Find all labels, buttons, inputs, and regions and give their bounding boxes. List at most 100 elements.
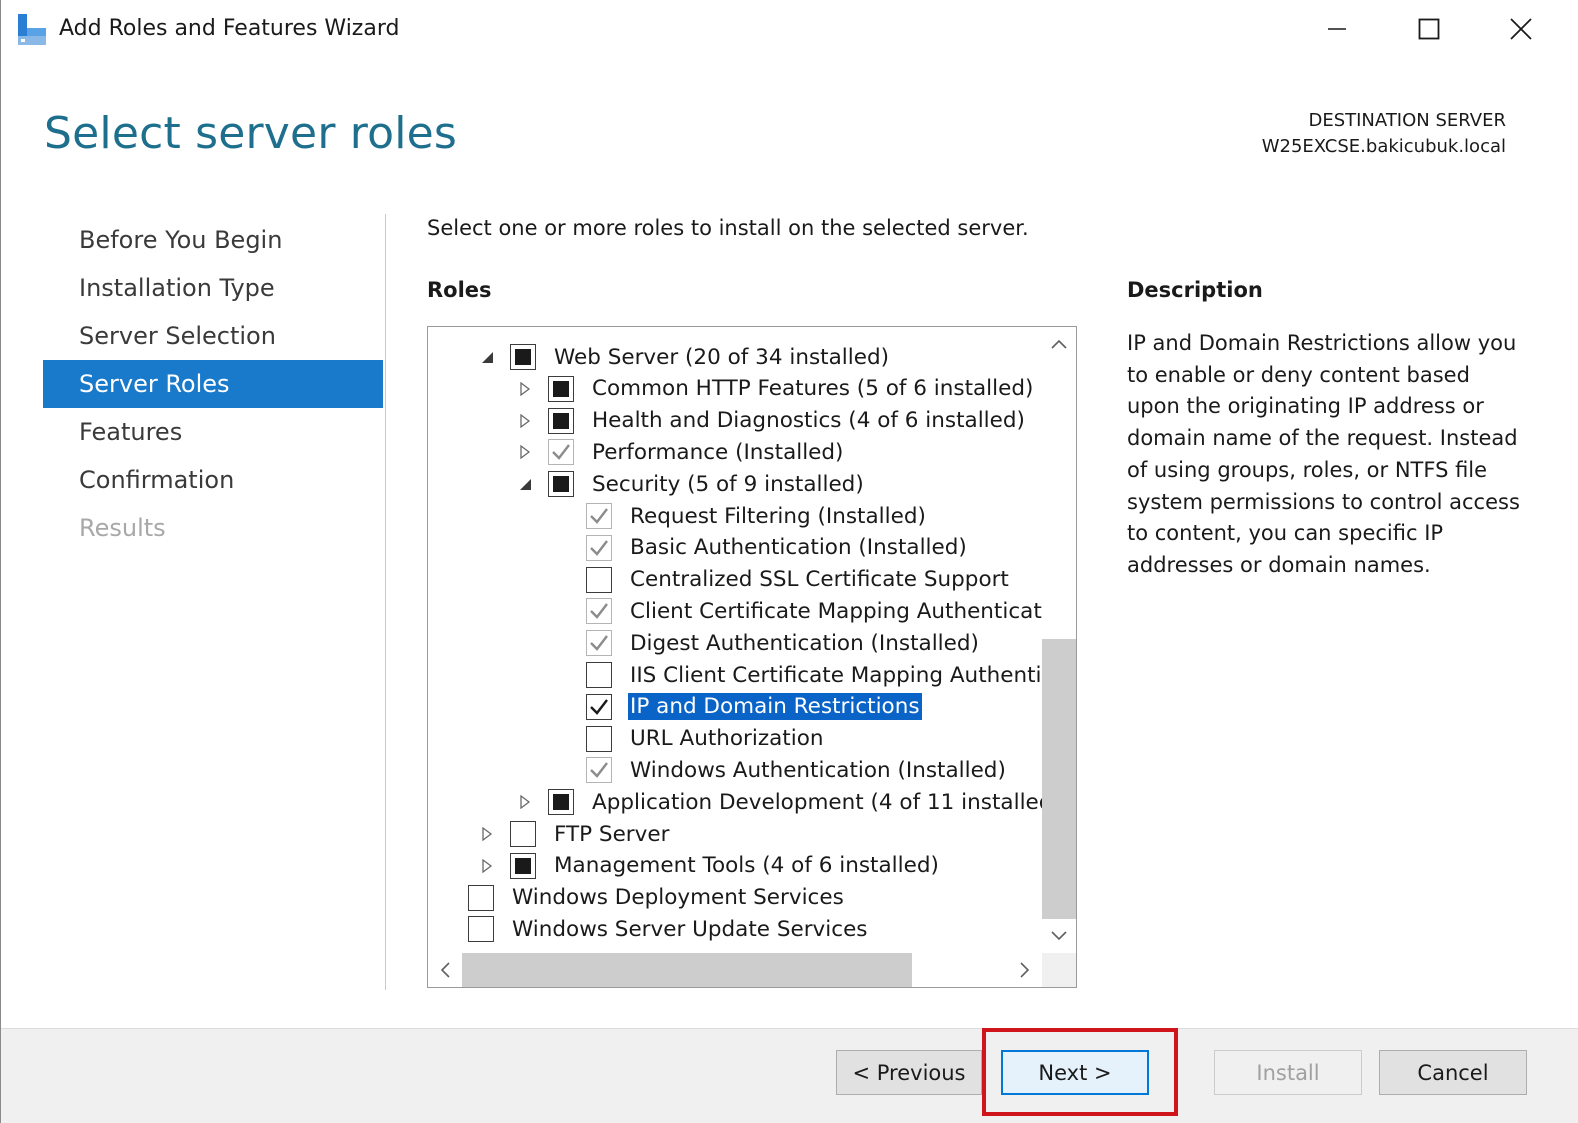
checkbox-unchecked[interactable] [586, 725, 612, 752]
tree-row[interactable]: URL Authorization [552, 723, 826, 755]
tree-row[interactable]: Management Tools (4 of 6 installed) [476, 850, 941, 882]
tree-row-label: Windows Deployment Services [512, 885, 844, 911]
horizontal-scrollbar[interactable] [428, 953, 1042, 987]
checkbox-installed[interactable] [586, 598, 612, 625]
maximize-button[interactable] [1383, 0, 1475, 58]
next-button-highlight [982, 1028, 1178, 1116]
roles-tree-viewport: Web Server (20 of 34 installed) Common HT… [428, 327, 1042, 953]
tree-collapsed-icon[interactable] [514, 378, 536, 400]
nav-item-before-you-begin[interactable]: Before You Begin [43, 216, 383, 264]
tree-row[interactable]: Windows Deployment Services [468, 882, 846, 914]
nav-divider [385, 214, 386, 990]
tree-row[interactable]: Digest Authentication (Installed) [552, 627, 981, 659]
tree-row[interactable]: Basic Authentication (Installed) [552, 532, 969, 564]
checkbox-installed[interactable] [586, 630, 612, 657]
page-title: Select server roles [44, 108, 458, 159]
checkbox-unchecked[interactable] [468, 916, 494, 943]
checkbox-checked[interactable] [586, 693, 612, 720]
tree-row[interactable]: IP and Domain Restrictions [552, 691, 922, 723]
tree-row-label: Application Development (4 of 11 install… [592, 789, 1042, 815]
vertical-scroll-thumb[interactable] [1042, 639, 1076, 919]
checkbox-unchecked[interactable] [510, 821, 536, 847]
minimize-icon [1328, 28, 1346, 30]
tree-row-label: Digest Authentication (Installed) [630, 630, 979, 656]
checkbox-partial[interactable] [548, 789, 574, 816]
tree-row[interactable]: Web Server (20 of 34 installed) [476, 341, 891, 373]
nav-item-results: Results [79, 514, 166, 542]
tree-collapsed-icon[interactable] [514, 410, 536, 432]
description-text: IP and Domain Restrictions allow you to … [1127, 331, 1520, 577]
instruction-text: Select one or more roles to install on t… [427, 216, 1029, 240]
nav-item-server-selection[interactable]: Server Selection [43, 312, 383, 360]
tree-row[interactable]: IIS Client Certificate Mapping Authentic… [552, 659, 1042, 691]
tree-row-label: IP and Domain Restrictions [628, 693, 922, 721]
install-button: Install [1214, 1050, 1362, 1095]
checkbox-partial[interactable] [510, 852, 536, 879]
nav-item-server-roles[interactable]: Server Roles [43, 360, 383, 408]
tree-collapsed-icon[interactable] [476, 855, 498, 877]
tree-collapsed-icon[interactable] [514, 791, 536, 813]
tree-row-label: Management Tools (4 of 6 installed) [554, 853, 939, 879]
scroll-up-button[interactable] [1042, 327, 1076, 361]
chevron-left-icon [440, 962, 450, 978]
minimize-button[interactable] [1291, 0, 1383, 58]
cancel-button[interactable]: Cancel [1379, 1050, 1527, 1095]
wizard-nav: Before You Begin Installation Type Serve… [43, 216, 383, 552]
checkbox-partial[interactable] [510, 344, 536, 370]
title-bar: Add Roles and Features Wizard [1, 0, 1578, 58]
tree-row[interactable]: Windows Authentication (Installed) [552, 754, 1008, 786]
destination-server-label: DESTINATION SERVER [1308, 110, 1506, 131]
maximize-icon [1418, 18, 1440, 40]
tree-row[interactable]: Client Certificate Mapping Authenticatio [552, 595, 1042, 627]
chevron-up-icon [1051, 339, 1067, 349]
tree-row[interactable]: Performance (Installed) [514, 436, 845, 468]
tree-expanded-icon[interactable] [514, 473, 536, 495]
tree-row-label: Common HTTP Features (5 of 6 installed) [592, 376, 1034, 402]
destination-server-name: W25EXCSE.bakicubuk.local [1261, 136, 1506, 157]
checkbox-installed[interactable] [586, 503, 612, 529]
roles-tree[interactable]: Web Server (20 of 34 installed) Common HT… [427, 326, 1077, 988]
tree-row-label: Request Filtering (Installed) [630, 503, 926, 529]
tree-row[interactable]: Health and Diagnostics (4 of 6 installed… [514, 405, 1027, 437]
description-heading: Description [1127, 278, 1263, 302]
checkbox-partial[interactable] [548, 375, 574, 402]
tree-row-label: URL Authorization [630, 726, 824, 752]
close-button[interactable] [1475, 0, 1567, 58]
checkbox-installed[interactable] [548, 439, 574, 466]
horizontal-scroll-thumb[interactable] [462, 953, 912, 987]
tree-row[interactable]: Common HTTP Features (5 of 6 installed) [514, 373, 1035, 405]
tree-collapsed-icon[interactable] [476, 823, 498, 845]
checkbox-installed[interactable] [586, 757, 612, 784]
tree-row[interactable]: Request Filtering (Installed) [552, 500, 928, 532]
scroll-down-button[interactable] [1042, 919, 1076, 953]
tree-row-label: Performance (Installed) [592, 439, 844, 465]
previous-button[interactable]: < Previous [836, 1050, 982, 1095]
scroll-left-button[interactable] [428, 953, 462, 987]
chevron-down-icon [1051, 931, 1067, 941]
checkbox-partial[interactable] [548, 407, 574, 434]
nav-item-confirmation[interactable]: Confirmation [43, 456, 383, 504]
tree-row-label: Basic Authentication (Installed) [630, 535, 967, 561]
scroll-right-button[interactable] [1008, 953, 1042, 987]
nav-item-installation-type[interactable]: Installation Type [43, 264, 383, 312]
checkbox-installed[interactable] [586, 534, 612, 561]
tree-row-label: Windows Authentication (Installed) [630, 757, 1006, 783]
tree-row-label: IIS Client Certificate Mapping Authentic… [630, 662, 1042, 688]
checkbox-unchecked[interactable] [586, 662, 612, 688]
tree-row-label: Web Server (20 of 34 installed) [554, 344, 889, 370]
tree-collapsed-icon[interactable] [514, 441, 536, 463]
tree-row[interactable]: Centralized SSL Certificate Support [552, 564, 1011, 596]
vertical-scrollbar[interactable] [1042, 327, 1076, 953]
close-icon [1510, 18, 1532, 40]
tree-row[interactable]: Security (5 of 9 installed) [514, 468, 866, 500]
tree-row[interactable]: FTP Server [476, 818, 671, 850]
checkbox-unchecked[interactable] [586, 566, 612, 593]
checkbox-partial[interactable] [548, 471, 574, 498]
checkbox-unchecked[interactable] [468, 884, 494, 911]
tree-row-label: Centralized SSL Certificate Support [630, 567, 1009, 593]
tree-row[interactable]: Windows Server Update Services [468, 913, 870, 945]
tree-row[interactable]: Application Development (4 of 11 install… [514, 786, 1042, 818]
nav-item-features[interactable]: Features [43, 408, 383, 456]
window-title: Add Roles and Features Wizard [59, 16, 400, 41]
tree-expanded-icon[interactable] [476, 346, 498, 368]
